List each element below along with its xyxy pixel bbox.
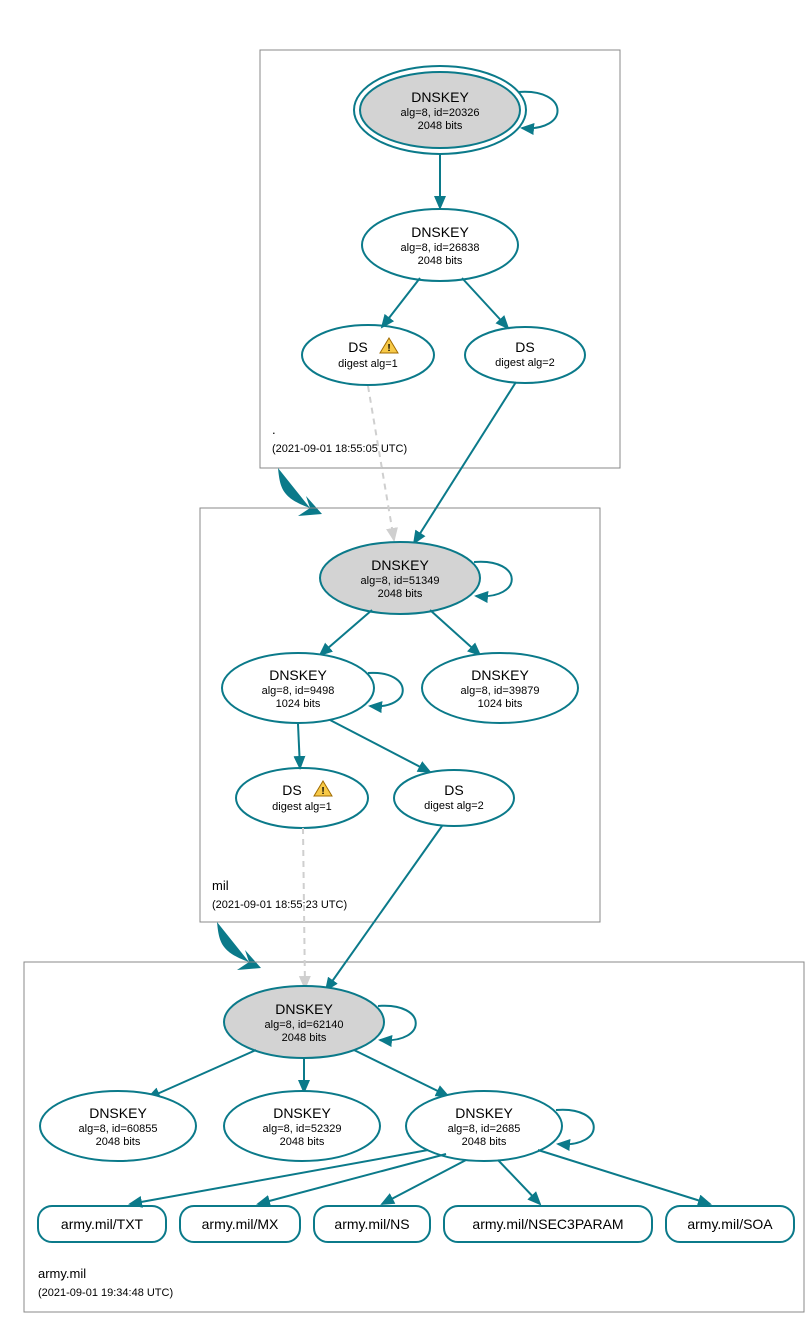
edge-k3-ns	[382, 1160, 466, 1204]
svg-text:DNSKEY: DNSKEY	[273, 1105, 331, 1121]
node-mil-ksk: DNSKEY alg=8, id=51349 2048 bits	[320, 542, 480, 614]
node-root-zsk: DNSKEY alg=8, id=26838 2048 bits	[362, 209, 518, 281]
edge-milzsk1-ds2	[330, 720, 430, 772]
edge-k3-soa	[538, 1150, 710, 1204]
edge-root-ksk-self	[518, 92, 558, 129]
zone-arrow-root-to-mil	[278, 468, 322, 516]
edge-milzsk1-ds1	[298, 724, 300, 768]
svg-text:alg=8, id=52329: alg=8, id=52329	[263, 1123, 342, 1135]
svg-text:2048 bits: 2048 bits	[378, 588, 423, 600]
rr-nsec3param: army.mil/NSEC3PARAM	[444, 1206, 652, 1242]
svg-text:DS: DS	[515, 339, 534, 355]
svg-text:alg=8, id=51349: alg=8, id=51349	[361, 575, 440, 587]
node-root-ds2: DS digest alg=2	[465, 327, 585, 383]
svg-text:DS: DS	[282, 782, 301, 798]
svg-text:DS: DS	[444, 782, 463, 798]
edge-root-ds2-milksk	[414, 382, 516, 543]
edge-k3-nsec	[498, 1160, 540, 1204]
node-army-ksk: DNSKEY alg=8, id=62140 2048 bits	[224, 986, 384, 1058]
zone-root-label: .	[272, 422, 276, 437]
rr-ns: army.mil/NS	[314, 1206, 430, 1242]
node-mil-ds2: DS digest alg=2	[394, 770, 514, 826]
edge-milksk-zsk2	[430, 610, 480, 655]
svg-text:DNSKEY: DNSKEY	[471, 667, 529, 683]
svg-text:2048 bits: 2048 bits	[418, 120, 463, 132]
svg-text:DNSKEY: DNSKEY	[275, 1001, 333, 1017]
edge-milksk-zsk1	[320, 610, 372, 655]
svg-text:2048 bits: 2048 bits	[418, 255, 463, 267]
svg-text:army.mil/NSEC3PARAM: army.mil/NSEC3PARAM	[472, 1216, 623, 1232]
svg-text:alg=8, id=62140: alg=8, id=62140	[265, 1019, 344, 1031]
edge-mil-ds1-armyksk	[303, 828, 305, 988]
svg-text:alg=8, id=2685: alg=8, id=2685	[448, 1123, 521, 1135]
svg-text:army.mil/SOA: army.mil/SOA	[687, 1216, 773, 1232]
svg-text:army.mil/MX: army.mil/MX	[202, 1216, 279, 1232]
node-army-k2: DNSKEY alg=8, id=52329 2048 bits	[224, 1091, 380, 1161]
edge-root-zsk-ds2	[462, 278, 508, 328]
node-root-ksk: DNSKEY alg=8, id=20326 2048 bits	[354, 66, 526, 154]
svg-text:digest alg=1: digest alg=1	[338, 358, 398, 370]
edge-armyksk-k1	[148, 1050, 256, 1098]
svg-text:alg=8, id=26838: alg=8, id=26838	[401, 242, 480, 254]
node-mil-ds1: DS digest alg=1 !	[236, 768, 368, 828]
svg-text:alg=8, id=9498: alg=8, id=9498	[262, 685, 335, 697]
zone-army-timestamp: (2021-09-01 19:34:48 UTC)	[38, 1287, 173, 1299]
svg-text:2048 bits: 2048 bits	[282, 1032, 327, 1044]
svg-text:DNSKEY: DNSKEY	[371, 557, 429, 573]
rr-mx: army.mil/MX	[180, 1206, 300, 1242]
zone-mil-label: mil	[212, 878, 229, 893]
rr-txt: army.mil/TXT	[38, 1206, 166, 1242]
svg-text:1024 bits: 1024 bits	[276, 698, 321, 710]
svg-text:army.mil/NS: army.mil/NS	[334, 1216, 409, 1232]
svg-text:DNSKEY: DNSKEY	[411, 89, 469, 105]
svg-text:digest alg=2: digest alg=2	[424, 800, 484, 812]
svg-text:DS: DS	[348, 339, 367, 355]
svg-text:DNSKEY: DNSKEY	[269, 667, 327, 683]
svg-text:alg=8, id=20326: alg=8, id=20326	[401, 107, 480, 119]
node-army-k1: DNSKEY alg=8, id=60855 2048 bits	[40, 1091, 196, 1161]
node-mil-zsk2: DNSKEY alg=8, id=39879 1024 bits	[422, 653, 578, 723]
svg-text:1024 bits: 1024 bits	[478, 698, 523, 710]
svg-text:2048 bits: 2048 bits	[462, 1136, 507, 1148]
node-mil-zsk1: DNSKEY alg=8, id=9498 1024 bits	[222, 653, 374, 723]
edge-armyksk-k3	[354, 1050, 448, 1096]
svg-text:DNSKEY: DNSKEY	[89, 1105, 147, 1121]
zone-arrow-mil-to-army	[217, 922, 261, 970]
svg-text:2048 bits: 2048 bits	[96, 1136, 141, 1148]
rr-soa: army.mil/SOA	[666, 1206, 794, 1242]
svg-text:!: !	[321, 786, 324, 797]
svg-text:DNSKEY: DNSKEY	[455, 1105, 513, 1121]
edge-root-ds1-milksk	[368, 386, 394, 540]
svg-text:digest alg=2: digest alg=2	[495, 357, 555, 369]
svg-text:DNSKEY: DNSKEY	[411, 224, 469, 240]
svg-text:army.mil/TXT: army.mil/TXT	[61, 1216, 144, 1232]
zone-mil-timestamp: (2021-09-01 18:55:23 UTC)	[212, 899, 347, 911]
svg-text:2048 bits: 2048 bits	[280, 1136, 325, 1148]
svg-text:alg=8, id=60855: alg=8, id=60855	[79, 1123, 158, 1135]
svg-text:digest alg=1: digest alg=1	[272, 801, 332, 813]
svg-text:alg=8, id=39879: alg=8, id=39879	[461, 685, 540, 697]
zone-root-timestamp: (2021-09-01 18:55:05 UTC)	[272, 443, 407, 455]
zone-army-label: army.mil	[38, 1266, 86, 1281]
edge-root-zsk-ds1	[382, 278, 420, 327]
node-root-ds1: DS digest alg=1 !	[302, 325, 434, 385]
svg-text:!: !	[387, 343, 390, 354]
dnssec-chain-diagram: . (2021-09-01 18:55:05 UTC) DNSKEY alg=8…	[10, 10, 808, 1330]
edge-k3-mx	[258, 1154, 446, 1204]
